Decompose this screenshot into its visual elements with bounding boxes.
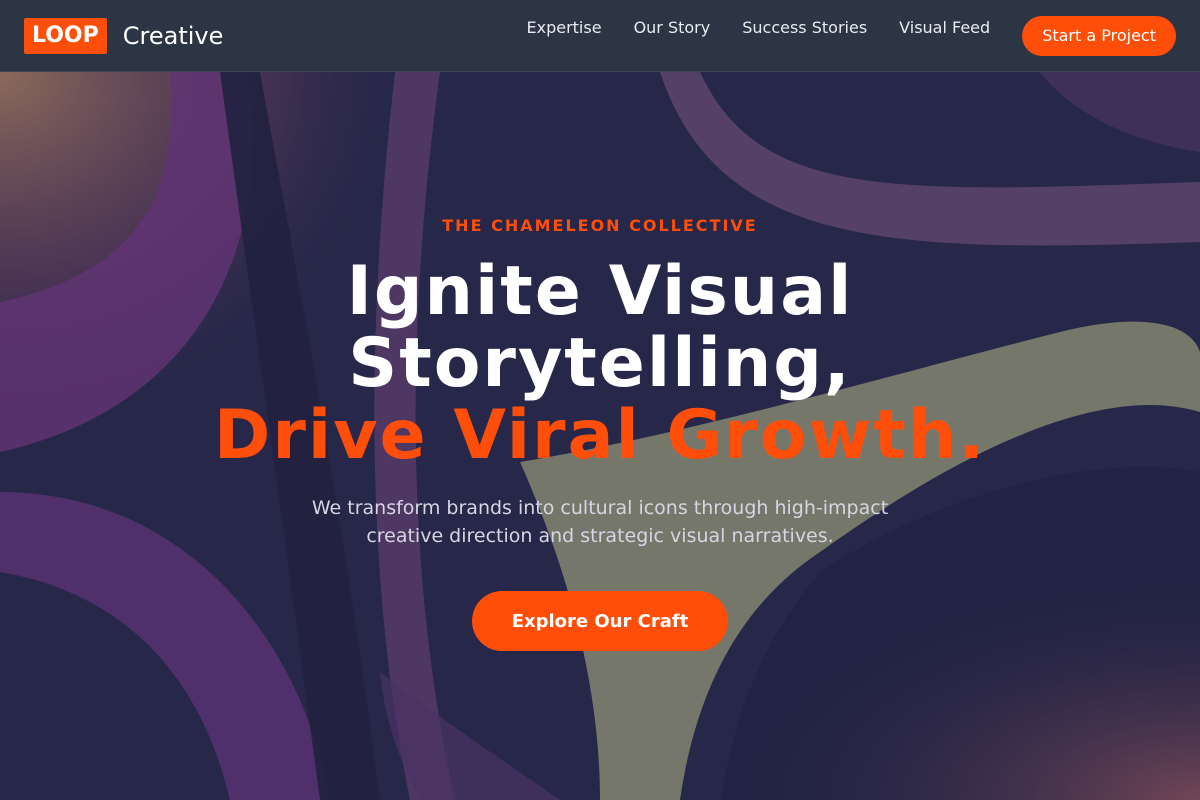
logo-badge: LOOP [24,17,107,54]
logo[interactable]: LOOP Creative [24,17,224,54]
headline-accent: Drive Viral Growth. [213,396,987,475]
start-project-button[interactable]: Start a Project [1022,15,1176,56]
explore-craft-button[interactable]: Explore Our Craft [472,591,728,651]
site-header: LOOP Creative Expertise Our Story Succes… [0,0,1200,72]
logo-wordmark: Creative [122,21,224,50]
hero-headline: Ignite Visual Storytelling, Drive Viral … [0,256,1200,472]
headline-line-1: Ignite Visual [346,252,854,331]
headline-line-2: Storytelling, [348,324,852,403]
nav-link-success-stories[interactable]: Success Stories [742,18,867,38]
nav-link-expertise[interactable]: Expertise [527,18,602,38]
hero-eyebrow: THE CHAMELEON COLLECTIVE [442,216,758,235]
nav-link-visual-feed[interactable]: Visual Feed [899,18,990,38]
main-nav: Expertise Our Story Success Stories Visu… [527,18,991,46]
nav-link-our-story[interactable]: Our Story [634,18,711,38]
hero-section: THE CHAMELEON COLLECTIVE Ignite Visual S… [0,72,1200,800]
hero-subtext: We transform brands into cultural icons … [311,497,889,547]
hero-content: THE CHAMELEON COLLECTIVE Ignite Visual S… [0,72,1200,800]
